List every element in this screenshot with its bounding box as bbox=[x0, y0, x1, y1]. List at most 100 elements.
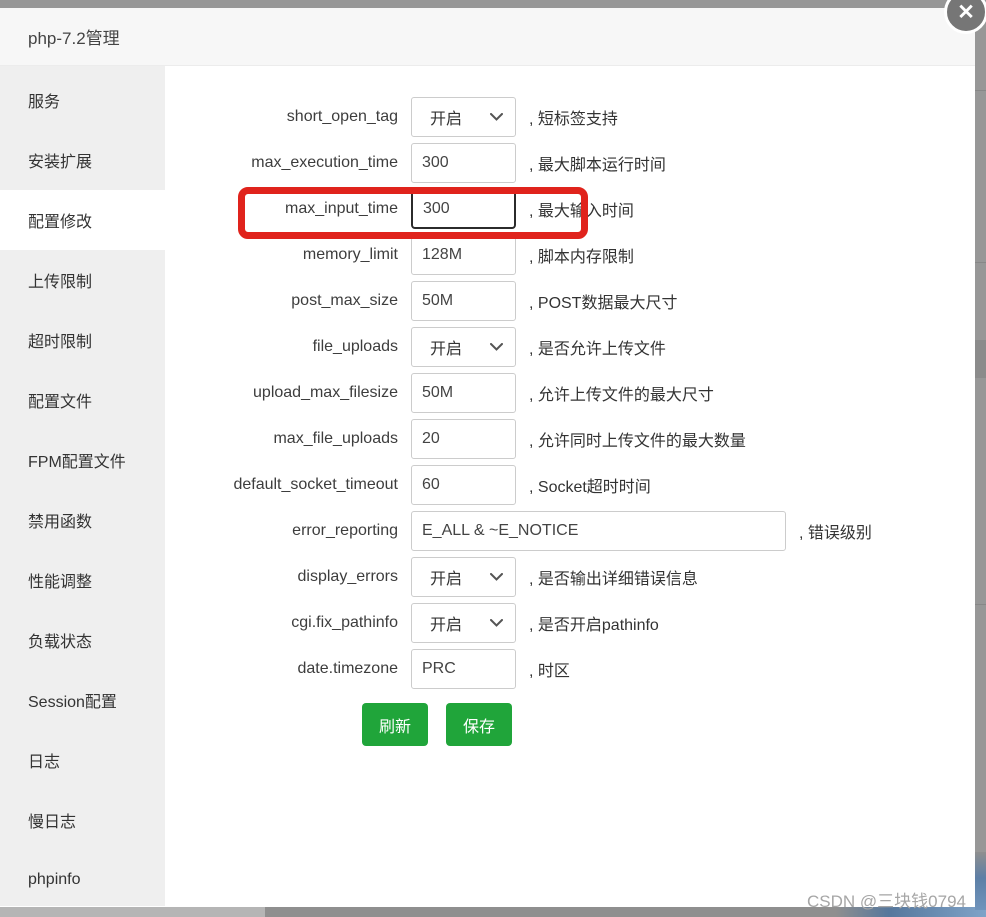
field-input[interactable] bbox=[411, 465, 516, 505]
field-label: default_socket_timeout bbox=[165, 476, 398, 494]
field-label: max_input_time bbox=[165, 200, 398, 218]
sidebar-item[interactable]: 上传限制 bbox=[0, 250, 165, 310]
sidebar-item[interactable]: 安装扩展 bbox=[0, 130, 165, 190]
field-control bbox=[411, 465, 516, 505]
field-description: , 允许同时上传文件的最大数量 bbox=[529, 427, 746, 451]
php-manager-modal: php-7.2管理 服务 安装扩展 配置修改 上传限制 超时限制 配置文件 FP… bbox=[0, 8, 975, 907]
field-select[interactable]: 开启 bbox=[411, 327, 516, 367]
sidebar-item[interactable]: 慢日志 bbox=[0, 790, 165, 850]
field-label: memory_limit bbox=[165, 246, 398, 264]
sidebar-item[interactable]: 超时限制 bbox=[0, 310, 165, 370]
field-label: short_open_tag bbox=[165, 108, 398, 126]
field-description: , 是否开启pathinfo bbox=[529, 611, 659, 635]
refresh-button[interactable]: 刷新 bbox=[362, 703, 428, 746]
field-label: file_uploads bbox=[165, 338, 398, 356]
field-label: upload_max_filesize bbox=[165, 384, 398, 402]
field-label: cgi.fix_pathinfo bbox=[165, 614, 398, 632]
form-row: max_file_uploads , 允许同时上传文件的最大数量 bbox=[165, 418, 975, 460]
field-select[interactable]: 开启 bbox=[411, 557, 516, 597]
field-control: 开启 bbox=[411, 557, 516, 597]
field-control: 开启 bbox=[411, 327, 516, 367]
sidebar-item[interactable]: FPM配置文件 bbox=[0, 430, 165, 490]
sidebar-item-label: 配置文件 bbox=[28, 388, 92, 412]
field-control bbox=[411, 143, 516, 183]
field-input[interactable] bbox=[411, 511, 786, 551]
sidebar-item-label: 慢日志 bbox=[28, 808, 76, 832]
background-line bbox=[975, 262, 986, 263]
form-row: max_input_time , 最大输入时间 bbox=[165, 188, 975, 230]
field-description: , 错误级别 bbox=[799, 519, 872, 543]
sidebar-item-label: phpinfo bbox=[28, 871, 81, 889]
field-description: , 最大脚本运行时间 bbox=[529, 151, 666, 175]
sidebar-item-label: 日志 bbox=[28, 748, 60, 772]
field-input[interactable] bbox=[411, 281, 516, 321]
field-description: , POST数据最大尺寸 bbox=[529, 289, 677, 313]
modal-body: 服务 安装扩展 配置修改 上传限制 超时限制 配置文件 FPM配置文件 禁用函数… bbox=[0, 66, 975, 906]
field-description: , 允许上传文件的最大尺寸 bbox=[529, 381, 714, 405]
background-block bbox=[975, 340, 986, 378]
sidebar-item-label: 安装扩展 bbox=[28, 148, 92, 172]
field-input[interactable] bbox=[411, 235, 516, 275]
background-line bbox=[975, 90, 986, 91]
sidebar-item[interactable]: 配置修改 bbox=[0, 190, 165, 250]
field-description: , 是否允许上传文件 bbox=[529, 335, 666, 359]
select-value: 开启 bbox=[430, 105, 462, 129]
field-control bbox=[411, 419, 516, 459]
field-input[interactable] bbox=[411, 143, 516, 183]
field-select[interactable]: 开启 bbox=[411, 97, 516, 137]
field-description: , 是否输出详细错误信息 bbox=[529, 565, 698, 589]
sidebar-item[interactable]: 日志 bbox=[0, 730, 165, 790]
background-bottom-strip-left bbox=[0, 907, 265, 917]
modal-title: php-7.2管理 bbox=[28, 24, 120, 49]
sidebar-item[interactable]: 性能调整 bbox=[0, 550, 165, 610]
watermark: CSDN @三块钱0794 bbox=[807, 887, 966, 912]
sidebar-item[interactable]: phpinfo bbox=[0, 850, 165, 910]
select-value: 开启 bbox=[430, 335, 462, 359]
form-row: default_socket_timeout , Socket超时时间 bbox=[165, 464, 975, 506]
config-form: short_open_tag 开启 , 短标签支持 max_execution_… bbox=[165, 96, 975, 690]
select-value: 开启 bbox=[430, 565, 462, 589]
form-row: error_reporting , 错误级别 bbox=[165, 510, 975, 552]
sidebar-item-label: 服务 bbox=[28, 88, 60, 112]
save-button[interactable]: 保存 bbox=[446, 703, 512, 746]
field-control: 开启 bbox=[411, 97, 516, 137]
field-description: , 短标签支持 bbox=[529, 105, 618, 129]
sidebar: 服务 安装扩展 配置修改 上传限制 超时限制 配置文件 FPM配置文件 禁用函数… bbox=[0, 66, 165, 906]
field-control: 开启 bbox=[411, 603, 516, 643]
field-label: error_reporting bbox=[165, 522, 398, 540]
sidebar-item-label: 配置修改 bbox=[28, 208, 92, 232]
field-control bbox=[411, 189, 516, 229]
field-label: post_max_size bbox=[165, 292, 398, 310]
form-row: upload_max_filesize , 允许上传文件的最大尺寸 bbox=[165, 372, 975, 414]
field-description: , 时区 bbox=[529, 657, 570, 681]
sidebar-item-label: 上传限制 bbox=[28, 268, 92, 292]
form-row: max_execution_time , 最大脚本运行时间 bbox=[165, 142, 975, 184]
field-input[interactable] bbox=[411, 649, 516, 689]
sidebar-item[interactable]: 配置文件 bbox=[0, 370, 165, 430]
content-panel: short_open_tag 开启 , 短标签支持 max_execution_… bbox=[165, 66, 975, 906]
form-row: memory_limit , 脚本内存限制 bbox=[165, 234, 975, 276]
sidebar-item[interactable]: 服务 bbox=[0, 70, 165, 130]
field-control bbox=[411, 373, 516, 413]
field-input[interactable] bbox=[411, 189, 516, 229]
form-row: date.timezone , 时区 bbox=[165, 648, 975, 690]
field-control bbox=[411, 511, 786, 551]
field-input[interactable] bbox=[411, 373, 516, 413]
sidebar-item[interactable]: Session配置 bbox=[0, 670, 165, 730]
field-input[interactable] bbox=[411, 419, 516, 459]
form-row: file_uploads 开启 , 是否允许上传文件 bbox=[165, 326, 975, 368]
chevron-down-icon bbox=[490, 573, 503, 581]
field-select[interactable]: 开启 bbox=[411, 603, 516, 643]
field-label: max_execution_time bbox=[165, 154, 398, 172]
sidebar-item-label: FPM配置文件 bbox=[28, 448, 126, 472]
background-line bbox=[975, 604, 986, 605]
chevron-down-icon bbox=[490, 343, 503, 351]
form-row: cgi.fix_pathinfo 开启 , 是否开启pathinfo bbox=[165, 602, 975, 644]
sidebar-item[interactable]: 负载状态 bbox=[0, 610, 165, 670]
sidebar-item-label: 禁用函数 bbox=[28, 508, 92, 532]
sidebar-item[interactable]: 禁用函数 bbox=[0, 490, 165, 550]
field-description: , 脚本内存限制 bbox=[529, 243, 634, 267]
close-icon: ✕ bbox=[957, 2, 975, 23]
field-description: , 最大输入时间 bbox=[529, 197, 634, 221]
sidebar-item-label: 超时限制 bbox=[28, 328, 92, 352]
